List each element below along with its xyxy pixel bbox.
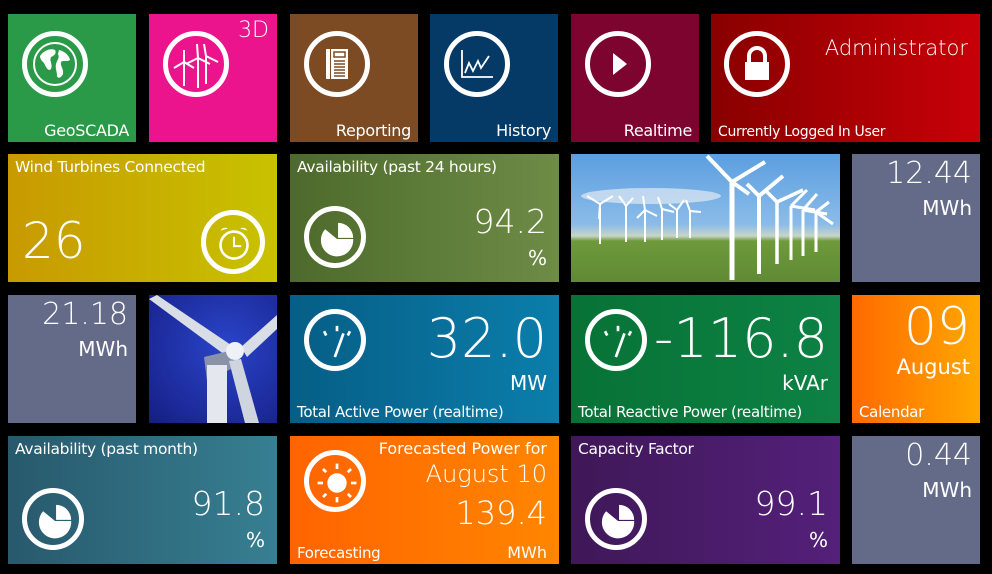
3d-label: 3D [238, 18, 269, 43]
active-power-caption: Total Active Power (realtime) [297, 403, 504, 421]
energy-tile-1[interactable]: 12.44 MWh [852, 154, 980, 282]
current-user-tile[interactable]: Administrator Currently Logged In User [711, 14, 980, 142]
wind-turbines-graphic [581, 154, 834, 280]
reporting-label: Reporting [335, 121, 411, 140]
energy-2-unit: MWh [78, 337, 128, 361]
forecast-unit: MWh [507, 543, 547, 562]
calendar-day: 09 [903, 297, 970, 357]
3d-view-tile[interactable]: 3D [149, 14, 277, 142]
availability-month-tile[interactable]: Availability (past month) 91.8 % [8, 436, 277, 564]
availability-24h-value: 94.2 [473, 202, 547, 241]
history-tile[interactable]: History [430, 14, 558, 142]
history-label: History [496, 121, 551, 140]
report-document-icon [304, 31, 370, 97]
pie-chart-icon [304, 206, 366, 268]
forecast-caption: Forecasting [297, 544, 381, 562]
geoscada-tile[interactable]: GeoSCADA [8, 14, 136, 142]
sun-icon [304, 450, 366, 512]
energy-tile-3[interactable]: 0.44 MWh [852, 436, 980, 564]
play-icon [585, 31, 651, 97]
energy-2-value: 21.18 [42, 297, 128, 332]
energy-3-unit: MWh [922, 478, 972, 502]
gauge-icon [304, 309, 366, 371]
energy-1-value: 12.44 [886, 156, 972, 191]
calendar-tile[interactable]: 09 August Calendar [852, 295, 980, 423]
forecast-date: August 10 [425, 460, 547, 488]
gauge-icon [585, 309, 647, 371]
reporting-tile[interactable]: Reporting [290, 14, 418, 142]
active-power-tile[interactable]: 32.0 MW Total Active Power (realtime) [290, 295, 559, 423]
geoscada-label: GeoSCADA [44, 121, 129, 140]
reactive-power-unit: kVAr [782, 371, 828, 395]
energy-3-value: 0.44 [905, 438, 972, 473]
energy-1-unit: MWh [922, 196, 972, 220]
availability-month-title: Availability (past month) [15, 440, 198, 458]
active-power-value: 32.0 [426, 307, 547, 370]
realtime-tile[interactable]: Realtime [571, 14, 699, 142]
wind-farm-photo [571, 154, 840, 282]
line-chart-icon [444, 31, 510, 97]
availability-24h-title: Availability (past 24 hours) [297, 158, 497, 176]
user-caption: Currently Logged In User [718, 124, 886, 140]
availability-24h-unit: % [527, 246, 547, 270]
turbines-connected-title: Wind Turbines Connected [15, 158, 206, 176]
availability-month-unit: % [245, 528, 265, 552]
turbines-connected-tile[interactable]: Wind Turbines Connected 26 [8, 154, 277, 282]
capacity-factor-unit: % [808, 528, 828, 552]
capacity-factor-value: 99.1 [754, 484, 828, 523]
forecasting-tile[interactable]: Forecasted Power for August 10 139.4 MWh… [290, 436, 559, 564]
energy-tile-2[interactable]: 21.18 MWh [8, 295, 136, 423]
capacity-factor-tile[interactable]: Capacity Factor 99.1 % [571, 436, 840, 564]
pie-chart-icon [22, 488, 84, 550]
forecast-value: 139.4 [455, 494, 547, 532]
active-power-unit: MW [509, 371, 547, 395]
reactive-power-value: -116.8 [653, 307, 828, 370]
globe-icon [22, 31, 88, 97]
forecast-title: Forecasted Power for [378, 439, 547, 458]
reactive-power-caption: Total Reactive Power (realtime) [578, 403, 802, 421]
calendar-month: August [896, 355, 971, 379]
turbine-closeup-graphic [149, 295, 277, 423]
reactive-power-tile[interactable]: -116.8 kVAr Total Reactive Power (realti… [571, 295, 840, 423]
availability-24h-tile[interactable]: Availability (past 24 hours) 94.2 % [290, 154, 559, 282]
wind-turbines-icon [163, 31, 229, 97]
turbine-closeup-photo [149, 295, 277, 423]
turbines-connected-value: 26 [22, 212, 86, 270]
calendar-caption: Calendar [859, 403, 925, 421]
alarm-clock-icon [201, 210, 265, 274]
user-name: Administrator [824, 36, 968, 60]
pie-chart-icon [585, 488, 647, 550]
lock-icon [724, 31, 790, 97]
realtime-label: Realtime [623, 121, 693, 140]
capacity-factor-title: Capacity Factor [578, 440, 694, 458]
availability-month-value: 91.8 [191, 484, 265, 523]
